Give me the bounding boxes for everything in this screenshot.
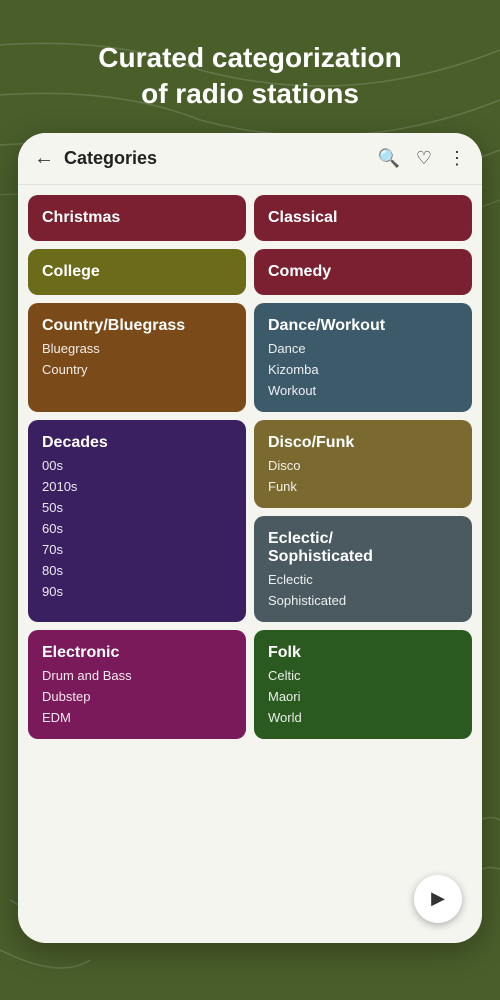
category-sub: Country	[42, 362, 232, 377]
category-title: Comedy	[268, 263, 458, 281]
category-title: Country/Bluegrass	[42, 317, 232, 335]
category-sub: World	[268, 710, 458, 725]
category-sub: 80s	[42, 563, 232, 578]
category-sub: 2010s	[42, 479, 232, 494]
category-sub: Eclectic	[268, 572, 458, 587]
topbar-title: Categories	[64, 148, 377, 169]
category-sub: 90s	[42, 584, 232, 599]
category-title: Decades	[42, 434, 232, 452]
more-icon[interactable]: ⋮	[448, 148, 466, 169]
header-title: Curated categorization of radio stations	[20, 40, 480, 113]
back-button[interactable]: ←	[34, 147, 54, 170]
category-sub: Sophisticated	[268, 593, 458, 608]
top-bar: ← Categories 🔍 ♡ ⋮	[18, 133, 482, 185]
category-title: Christmas	[42, 209, 232, 227]
category-sub: Kizomba	[268, 362, 458, 377]
category-sub: Funk	[268, 479, 458, 494]
category-sub: Bluegrass	[42, 341, 232, 356]
category-comedy[interactable]: Comedy	[254, 249, 472, 295]
category-sub: Drum and Bass	[42, 668, 232, 683]
category-title: Folk	[268, 644, 458, 662]
category-eclectic[interactable]: Eclectic/Sophisticated Eclectic Sophisti…	[254, 516, 472, 622]
category-title: College	[42, 263, 232, 281]
category-dance-workout[interactable]: Dance/Workout Dance Kizomba Workout	[254, 303, 472, 412]
category-sub: Dubstep	[42, 689, 232, 704]
category-sub: 50s	[42, 500, 232, 515]
category-sub: 60s	[42, 521, 232, 536]
play-fab[interactable]: ▶	[414, 875, 462, 923]
category-title: Electronic	[42, 644, 232, 662]
heart-icon[interactable]: ♡	[416, 148, 432, 169]
category-folk[interactable]: Folk Celtic Maori World	[254, 630, 472, 739]
play-icon: ▶	[431, 888, 445, 909]
category-sub: 00s	[42, 458, 232, 473]
category-electronic[interactable]: Electronic Drum and Bass Dubstep EDM	[28, 630, 246, 739]
category-sub: Workout	[268, 383, 458, 398]
category-christmas[interactable]: Christmas	[28, 195, 246, 241]
category-sub: Disco	[268, 458, 458, 473]
category-college[interactable]: College	[28, 249, 246, 295]
category-title: Disco/Funk	[268, 434, 458, 452]
category-sub: 70s	[42, 542, 232, 557]
category-title: Classical	[268, 209, 458, 227]
categories-grid: Christmas Classical College Comedy Count…	[18, 185, 482, 939]
category-decades[interactable]: Decades 00s 2010s 50s 60s 70s 80s 90s	[28, 420, 246, 622]
category-country-bluegrass[interactable]: Country/Bluegrass Bluegrass Country	[28, 303, 246, 412]
category-sub: Maori	[268, 689, 458, 704]
category-sub: Celtic	[268, 668, 458, 683]
topbar-icons: 🔍 ♡ ⋮	[377, 148, 466, 169]
phone-frame: ← Categories 🔍 ♡ ⋮ Christmas Classical C…	[18, 133, 482, 943]
search-icon[interactable]: 🔍	[377, 148, 399, 169]
category-title: Dance/Workout	[268, 317, 458, 335]
category-sub: EDM	[42, 710, 232, 725]
category-sub: Dance	[268, 341, 458, 356]
category-disco-funk[interactable]: Disco/Funk Disco Funk	[254, 420, 472, 508]
category-title: Eclectic/Sophisticated	[268, 530, 458, 566]
header-section: Curated categorization of radio stations	[0, 0, 500, 133]
category-classical[interactable]: Classical	[254, 195, 472, 241]
